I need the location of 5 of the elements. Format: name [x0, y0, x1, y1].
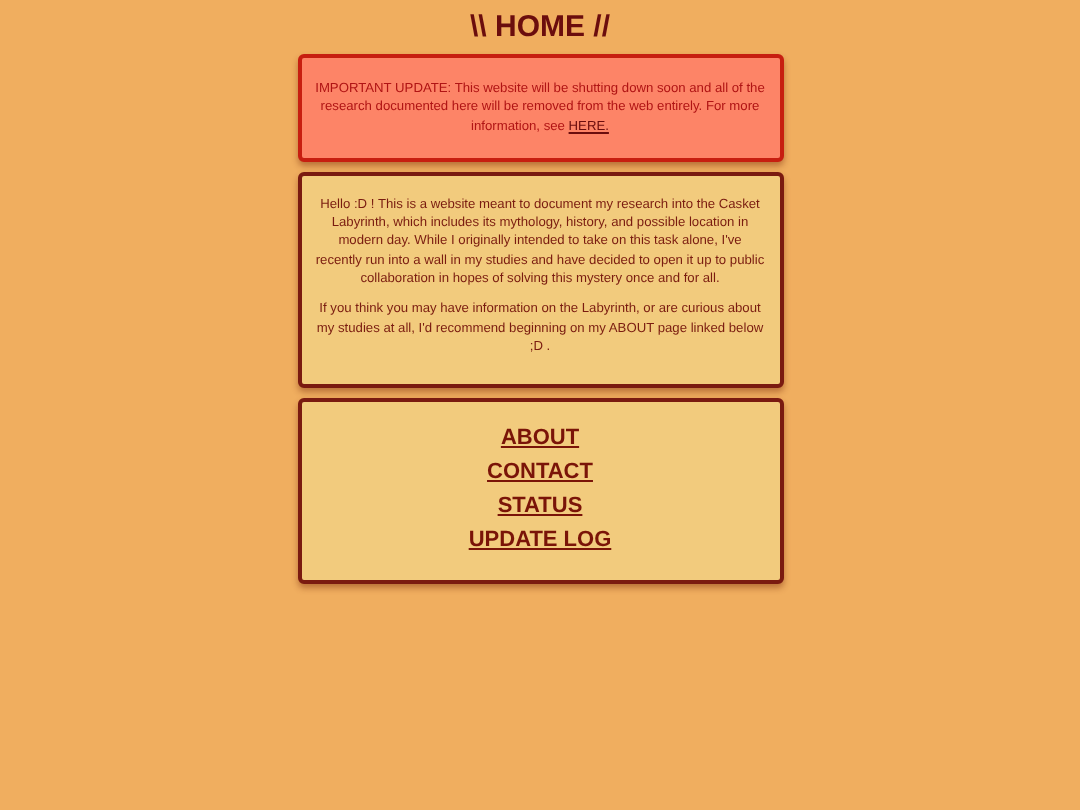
- nav-link[interactable]: STATUS: [497, 492, 583, 523]
- nav-link[interactable]: ABOUT: [500, 424, 580, 455]
- page-title: \\ HOME //: [469, 10, 610, 44]
- nav-link[interactable]: UPDATE LOG: [468, 526, 612, 557]
- nav-link[interactable]: CONTACT: [487, 458, 593, 489]
